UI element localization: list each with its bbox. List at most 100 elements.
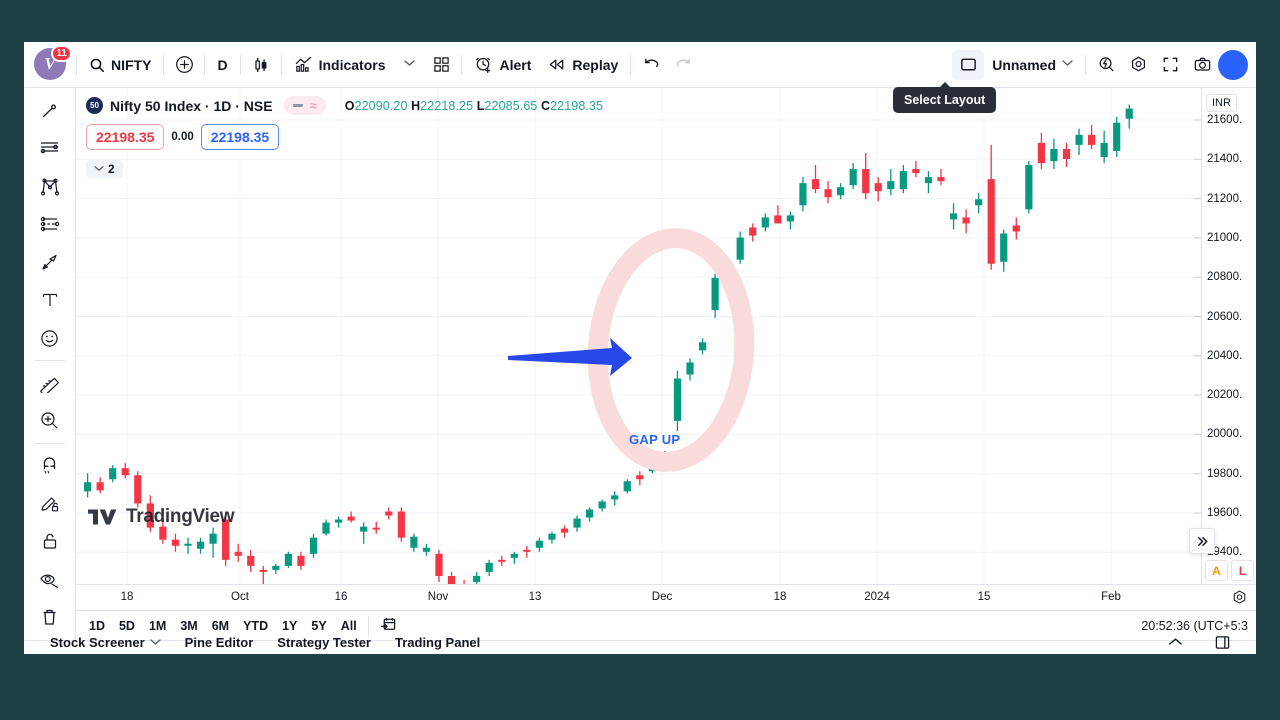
candle [335,519,343,523]
statusbar-item-stock-screener[interactable]: Stock Screener [38,631,173,654]
magnet-mode[interactable] [30,447,70,485]
candle [749,227,757,236]
indicators-dropdown-button[interactable] [393,50,425,80]
pitchfork-pattern-icon [40,178,59,196]
statusbar-item-trading-panel[interactable]: Trading Panel [383,631,492,654]
price-tick-label: 19800. [1207,467,1243,480]
chart-type-button[interactable] [245,50,277,80]
panel-layout-button[interactable] [1203,631,1242,654]
candle [849,169,857,186]
candle [774,215,782,224]
cursor-tool[interactable] [30,92,70,130]
legend-title-row: 50 Nifty 50 Index · 1D · NSE ≈ O22090.20… [86,96,603,115]
candle [284,553,292,566]
bottom-status-bar: Stock Screener Pine Editor Strategy Tester… [24,635,1256,654]
ohlc-o-value: 22090.20 [354,98,408,113]
symbol-search-button[interactable]: NIFTY [81,50,159,80]
price-change-value: 0.00 [171,131,194,143]
pattern-tool[interactable] [30,168,70,206]
statusbar-item-label: Pine Editor [184,634,254,650]
text-t-icon [42,294,57,307]
indicators-label: Indicators [318,56,386,73]
user-avatar[interactable]: V 11 [34,44,72,82]
undo-button[interactable] [635,50,667,80]
chevron-down-icon [404,59,415,70]
candle [309,537,318,554]
hide-all-drawings[interactable] [30,560,70,598]
prediction-tool[interactable] [30,206,70,244]
chart-legend: 50 Nifty 50 Index · 1D · NSE ≈ O22090.20… [86,96,603,178]
rewind-icon [547,55,566,74]
alert-button[interactable]: Alert [466,50,539,80]
measure-tool[interactable] [30,364,70,402]
add-alert-button[interactable]: A [1205,560,1228,581]
candle [811,179,820,190]
notification-badge[interactable]: 11 [51,44,72,62]
time-axis-settings-button[interactable] [1231,589,1248,611]
magnet-icon [43,457,56,474]
trend-line-tool[interactable] [30,130,70,168]
decimals-selector[interactable]: 2 [86,159,123,178]
lock-all-drawings[interactable] [30,522,70,560]
long-position-button[interactable]: L [1231,560,1254,581]
dash-line-icon [292,104,303,107]
price-axis[interactable]: INR 21600. 21400. 21200. 21000. 20800. 20600.… [1201,88,1256,584]
add-symbol-button[interactable] [168,50,200,80]
quick-search-button[interactable] [1090,50,1122,80]
layout-name-button[interactable]: Unnamed [984,50,1081,80]
candle [573,518,581,528]
candle [623,481,631,492]
price-tick-label: 21200. [1207,192,1243,205]
price-box-blue[interactable]: 22198.35 [200,124,280,150]
ohlc-l-value: 22085.65 [484,98,538,113]
arrow-annotation-tool[interactable] [30,243,70,281]
time-axis[interactable]: 18 Oct 16 Nov 13 Dec 18 2024 15 Feb [76,584,1256,610]
replay-button[interactable]: Replay [539,50,626,80]
statusbar-item-pine-editor[interactable]: Pine Editor [173,631,266,654]
candle [171,539,180,546]
currency-label: INR [1206,94,1237,112]
replay-label: Replay [572,56,619,73]
panel-icon [1215,635,1230,649]
legend-ohlc-values: O22090.20 H22218.25 L22085.65 C22198.35 [345,99,603,113]
price-box-red[interactable]: 22198.35 [86,124,165,150]
zoom-tool[interactable] [30,402,70,440]
chart-pane[interactable]: TradingView GAP UP 50 Nifty 50 Index · 1… [76,88,1201,584]
chart-container[interactable]: TradingView GAP UP 50 Nifty 50 Index · 1… [76,88,1256,654]
snapshot-button[interactable] [1186,50,1218,80]
time-tick-label: 18 [120,591,134,603]
statusbar-item-label: Strategy Tester [277,634,371,650]
candle [937,177,945,182]
candle [84,482,92,492]
collapse-panel-button[interactable] [1156,633,1195,651]
collapse-pane-button[interactable] [1189,528,1215,554]
user-menu-button[interactable] [1218,49,1248,80]
candle [586,509,594,518]
candle [711,277,719,311]
chart-templates-button[interactable] [425,50,457,80]
arrow-marker-icon [42,254,57,270]
series-style-chip[interactable]: ≈ [283,96,326,115]
fullscreen-icon [1161,55,1180,74]
candle [899,171,907,190]
single-layout-icon [959,55,978,74]
select-layout-button[interactable] [952,49,985,80]
candle [535,540,543,548]
indicators-button[interactable]: Indicators [286,50,394,80]
fullscreen-button[interactable] [1154,50,1186,80]
candle [209,533,217,544]
statusbar-item-strategy-tester[interactable]: Strategy Tester [265,631,383,654]
interval-button[interactable]: D [209,50,235,80]
chart-settings-button[interactable] [1122,50,1154,80]
drawing-mode-lock[interactable] [30,485,70,523]
emoji-tool[interactable] [30,319,70,357]
candle [724,263,732,276]
candle [259,569,267,572]
candle [1125,108,1133,119]
legend-symbol-title[interactable]: Nifty 50 Index · 1D · NSE [110,98,273,114]
candle [109,468,117,480]
watermark-text: TradingView [126,506,235,527]
candle [698,342,707,351]
text-tool[interactable] [30,281,70,319]
redo-button[interactable] [667,50,699,80]
